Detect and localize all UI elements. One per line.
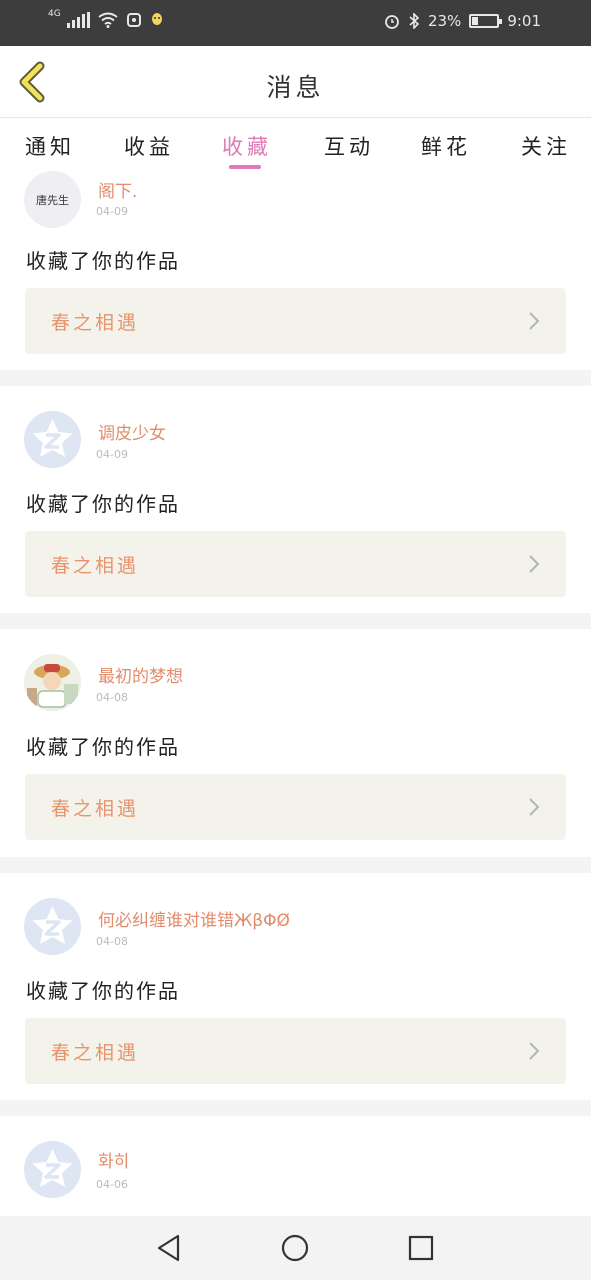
- active-tab-indicator: [229, 165, 261, 169]
- work-card[interactable]: 春之相遇: [25, 531, 566, 597]
- work-title: 春之相遇: [51, 555, 140, 577]
- signal-icon: [66, 12, 90, 28]
- tab-bar: 通知 收益 收藏 互动 鲜花 关注: [0, 119, 591, 171]
- recents-square-icon[interactable]: [405, 1232, 437, 1264]
- status-bar: 4G 23% 9:01: [0, 0, 591, 46]
- item-separator: [0, 1100, 591, 1116]
- item-separator: [0, 370, 591, 386]
- anime-avatar-icon: [24, 654, 81, 711]
- username[interactable]: 调皮少女: [98, 419, 166, 444]
- tab-flowers[interactable]: 鲜花: [421, 131, 471, 161]
- work-title: 春之相遇: [51, 312, 140, 334]
- favorites-feed[interactable]: 唐先生 阁下. 04-09 收藏了你的作品 春之相遇 调皮少女 04-09 收藏…: [0, 171, 591, 1216]
- action-text: 收藏了你的作品: [26, 249, 180, 273]
- page-title: 消息: [266, 73, 325, 102]
- bluetooth-icon: [409, 13, 420, 29]
- chevron-right-icon: [529, 1042, 540, 1060]
- wifi-icon: [98, 12, 118, 28]
- status-left: 4G: [48, 9, 164, 28]
- username[interactable]: 何必纠缠谁对谁错ЖβΦØ: [98, 906, 290, 931]
- alarm-icon: [385, 15, 399, 29]
- avatar[interactable]: 唐先生: [24, 171, 81, 228]
- avatar[interactable]: [24, 898, 81, 955]
- clock: 9:01: [507, 12, 541, 30]
- notification-qq-icon: [151, 13, 162, 25]
- battery-icon: [469, 14, 503, 28]
- avatar-text: 唐先生: [36, 193, 69, 207]
- chevron-right-icon: [529, 555, 540, 573]
- username[interactable]: 화히: [98, 1147, 129, 1172]
- work-title: 春之相遇: [51, 798, 140, 820]
- username[interactable]: 阁下.: [98, 177, 137, 202]
- chevron-right-icon: [529, 798, 540, 816]
- default-avatar-icon: [32, 1149, 73, 1187]
- tab-interactions[interactable]: 互动: [324, 131, 374, 161]
- chevron-right-icon: [529, 312, 540, 330]
- work-title: 春之相遇: [51, 1042, 140, 1064]
- default-avatar-icon: [32, 419, 73, 457]
- date: 04-08: [96, 691, 128, 704]
- action-text: 收藏了你的作品: [26, 979, 180, 1003]
- back-triangle-icon[interactable]: [153, 1232, 185, 1264]
- item-separator: [0, 857, 591, 873]
- tab-earnings[interactable]: 收益: [124, 131, 174, 161]
- default-avatar-icon: [32, 906, 73, 944]
- avatar[interactable]: [24, 1141, 81, 1198]
- avatar[interactable]: [24, 654, 81, 711]
- action-text: 收藏了你的作品: [26, 735, 180, 759]
- network-type: 4G: [48, 9, 61, 19]
- date: 04-08: [96, 935, 128, 948]
- tab-notifications[interactable]: 通知: [25, 131, 75, 161]
- date: 04-06: [96, 1178, 128, 1191]
- action-text: 收藏了你的作品: [26, 492, 180, 516]
- work-card[interactable]: 春之相遇: [25, 288, 566, 354]
- date: 04-09: [96, 448, 128, 461]
- avatar[interactable]: [24, 411, 81, 468]
- status-right: 23% 9:01: [384, 12, 541, 30]
- notification-app-icon: [126, 13, 141, 27]
- battery-percent: 23%: [427, 12, 462, 30]
- home-circle-icon[interactable]: [279, 1232, 311, 1264]
- system-nav-bar: [0, 1216, 591, 1280]
- work-card[interactable]: 春之相遇: [25, 1018, 566, 1084]
- tab-following[interactable]: 关注: [521, 131, 571, 161]
- item-separator: [0, 613, 591, 629]
- work-card[interactable]: 春之相遇: [25, 774, 566, 840]
- date: 04-09: [96, 205, 128, 218]
- tab-favorites[interactable]: 收藏: [222, 131, 272, 161]
- username[interactable]: 最初的梦想: [98, 662, 183, 687]
- app-header: 消息: [0, 46, 591, 118]
